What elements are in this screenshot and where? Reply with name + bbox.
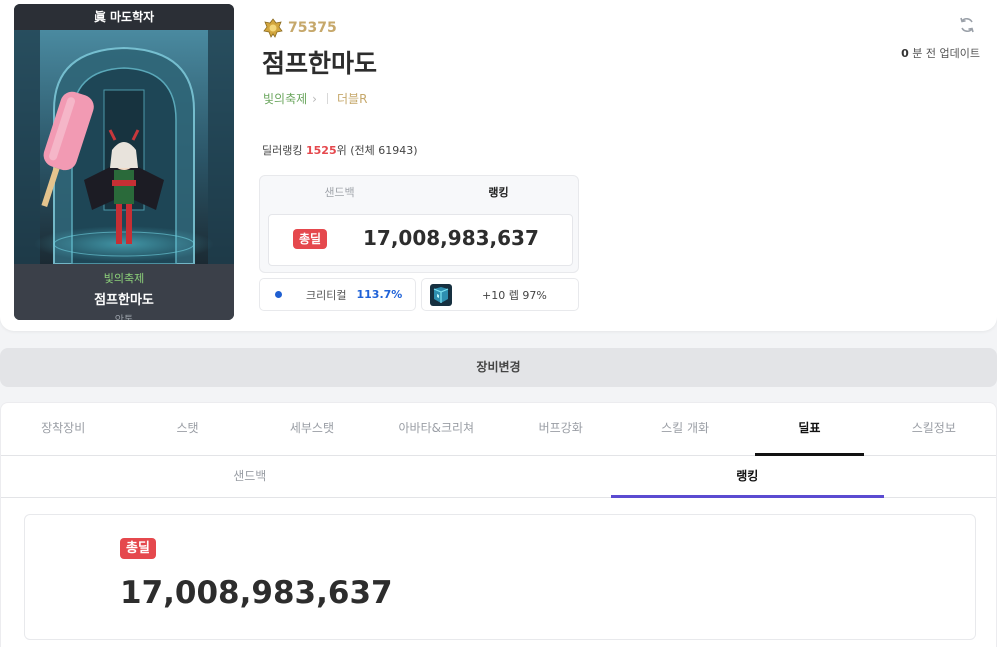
update-label: 분 전 업데이트 — [912, 47, 980, 60]
tab-equipment[interactable]: 장착장비 — [1, 403, 125, 455]
profile-card: 眞 마도학자 빛의축제 점프한마도 75375 점프한마도 빛의축제 › 더블R… — [0, 0, 997, 331]
tab-detail-stats[interactable]: 세부스탯 — [250, 403, 374, 455]
character-meta: 빛의축제 › 더블R — [263, 90, 367, 107]
main-tabs: 장착장비 스탯 세부스탯 아바타&크리쳐 버프강화 스킬 개화 딜표 스킬정보 — [1, 403, 996, 456]
damage-result-box: 총딜 17,008,983,637 — [24, 514, 976, 640]
level-text: +10 렙 97% — [482, 288, 547, 302]
score-tab-ranking[interactable]: 랭킹 — [419, 176, 578, 210]
result-badge: 총딜 — [120, 538, 156, 559]
tab-stats[interactable]: 스탯 — [125, 403, 249, 455]
tab-damage-table[interactable]: 딜표 — [747, 403, 871, 456]
cube-level-icon — [430, 283, 452, 306]
tab-buff-enhance[interactable]: 버프강화 — [499, 403, 623, 455]
score-tabs: 샌드백 랭킹 — [260, 176, 578, 210]
update-status: 0 분 전 업데이트 — [860, 45, 980, 61]
ranking-number: 1525 — [305, 144, 337, 157]
tab-skill-bloom[interactable]: 스킬 개화 — [623, 403, 747, 455]
fame-crest-icon — [263, 18, 283, 38]
job-title: 眞 마도학자 — [93, 10, 155, 24]
adventure-name: 더블R — [336, 92, 368, 106]
fame-row: 75375 — [263, 18, 337, 38]
tab-skill-info[interactable]: 스킬정보 — [872, 403, 996, 455]
character-illustration — [14, 30, 234, 264]
sub-tab-ranking[interactable]: 랭킹 — [499, 456, 997, 498]
character-card[interactable]: 眞 마도학자 빛의축제 점프한마도 — [14, 4, 234, 320]
score-box: 총딜 17,008,983,637 — [268, 214, 573, 266]
critical-label: 크리티컬 — [306, 288, 347, 302]
level-chip: +10 렙 97% — [421, 278, 579, 311]
guild-link[interactable]: 빛의축제 — [263, 90, 307, 107]
dealer-ranking: 딜러랭킹 1525위 (전체 61943) — [262, 142, 418, 158]
update-count: 0 — [901, 47, 909, 60]
sub-tabs: 샌드백 랭킹 — [1, 456, 996, 498]
meta-divider — [326, 93, 328, 104]
character-card-name: 점프한마도 — [94, 293, 154, 308]
fame-value: 75375 — [288, 20, 337, 36]
equip-change-button[interactable]: 장비변경 — [0, 348, 997, 387]
job-title-bar: 眞 마도학자 — [14, 4, 234, 30]
chevron-right-icon: › — [312, 91, 317, 106]
total-damage-value: 17,008,983,637 — [363, 226, 539, 250]
critical-chip: 크리티컬 113.7% — [259, 278, 416, 311]
character-footer: 빛의축제 점프한마도 안톤 — [14, 264, 234, 320]
sub-tab-sandbag[interactable]: 샌드백 — [1, 456, 499, 497]
result-value: 17,008,983,637 — [120, 575, 393, 611]
character-server: 안톤 — [14, 311, 234, 320]
total-damage-badge: 총딜 — [293, 229, 328, 249]
character-guild: 빛의축제 — [103, 272, 145, 285]
score-tab-sandbag[interactable]: 샌드백 — [260, 176, 419, 210]
tab-avatar-creature[interactable]: 아바타&크리쳐 — [374, 403, 498, 455]
character-name: 점프한마도 — [262, 49, 378, 78]
dot-icon — [275, 291, 282, 298]
score-panel: 샌드백 랭킹 총딜 17,008,983,637 — [259, 175, 579, 273]
critical-value: 113.7% — [356, 288, 403, 301]
detail-panel: 장착장비 스탯 세부스탯 아바타&크리쳐 버프강화 스킬 개화 딜표 스킬정보 … — [0, 402, 997, 647]
refresh-icon[interactable] — [958, 16, 976, 34]
ranking-prefix: 딜러랭킹 — [262, 144, 303, 157]
ranking-suffix: 위 (전체 61943) — [336, 144, 418, 157]
